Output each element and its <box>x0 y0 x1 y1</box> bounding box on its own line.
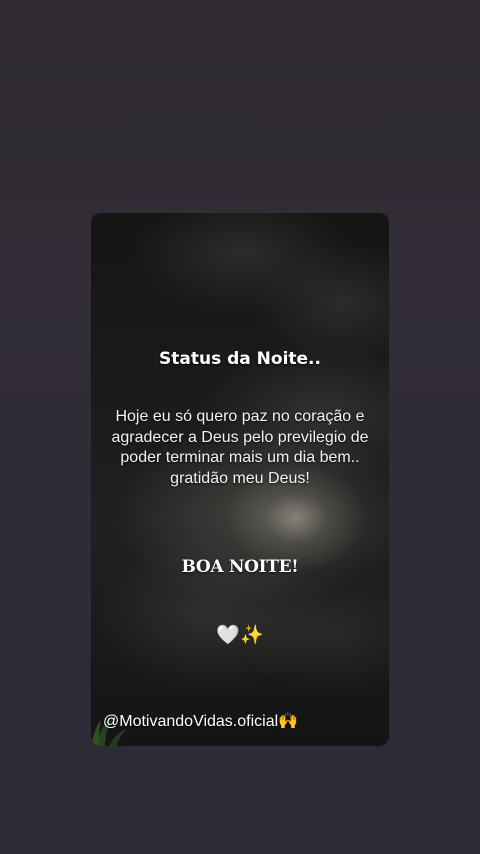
story-title: Status da Noite.. <box>159 349 321 369</box>
white-heart-icon: 🤍 <box>216 624 240 646</box>
raising-hands-icon: 🙌 <box>278 713 299 730</box>
author-handle[interactable]: @MotivandoVidas.oficial🙌 <box>103 711 298 731</box>
emoji-row: 🤍✨ <box>91 623 389 647</box>
story-message: Hoje eu só quero paz no coração e agrade… <box>111 408 369 487</box>
greeting-text: BOA NOITE! <box>181 557 299 577</box>
handle-text: @MotivandoVidas.oficial <box>103 713 279 730</box>
sparkles-icon: ✨ <box>240 624 264 646</box>
story-card[interactable]: Status da Noite.. Hoje eu só quero paz n… <box>91 213 389 746</box>
